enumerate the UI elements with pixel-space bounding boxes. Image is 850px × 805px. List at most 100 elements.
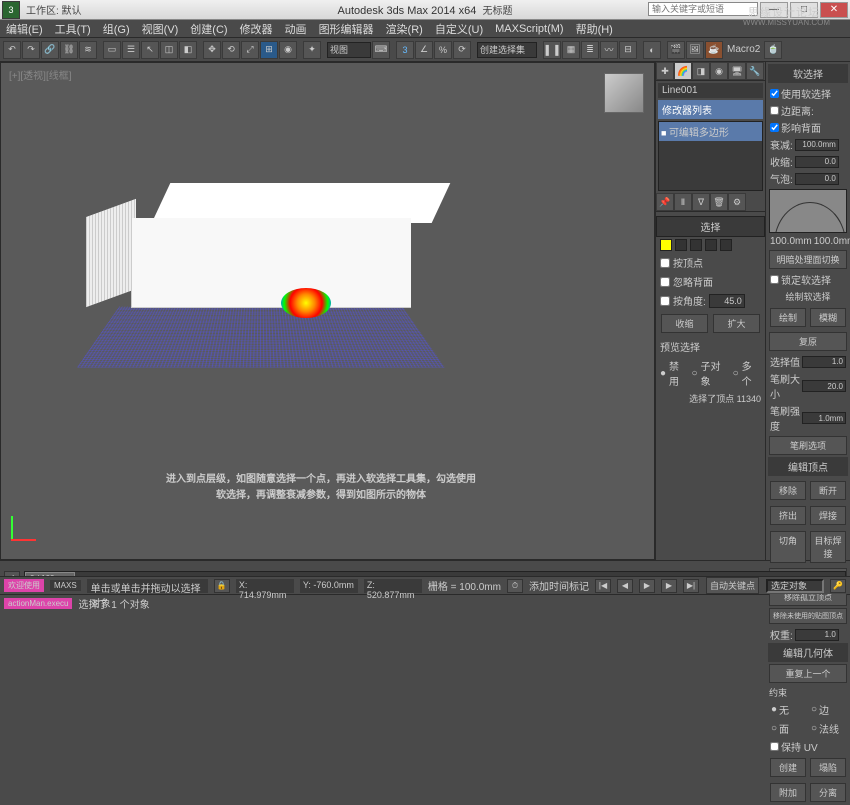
extrude-button[interactable]: 挤出	[770, 506, 806, 525]
make-unique-icon[interactable]: ∇	[692, 193, 710, 211]
lock-softsel-check[interactable]	[770, 275, 779, 284]
material-icon[interactable]: ◐	[643, 41, 661, 59]
tab-create[interactable]: ✚	[656, 62, 674, 80]
goto-end-icon[interactable]: ▶|	[683, 579, 699, 593]
refcoord-icon[interactable]: ⊞	[260, 41, 278, 59]
menu-help[interactable]: 帮助(H)	[576, 21, 613, 37]
shrink-button[interactable]: 收缩	[661, 314, 708, 333]
window-crossing-icon[interactable]: ◧	[179, 41, 197, 59]
edit-geom-rollout[interactable]: 编辑几何体	[768, 643, 848, 662]
mirror-icon[interactable]: ▌▐	[543, 41, 561, 59]
brush-size-spinner[interactable]	[802, 380, 846, 392]
selval-spinner[interactable]	[802, 356, 846, 368]
script-listener[interactable]: actionMan.execu	[4, 598, 72, 609]
ignore-backfacing-check[interactable]	[660, 277, 670, 287]
attach-button[interactable]: 附加	[770, 783, 806, 802]
subobj-element[interactable]	[720, 239, 732, 251]
render-setup-icon[interactable]: 🎬	[667, 41, 685, 59]
next-frame-icon[interactable]: ▶	[661, 579, 677, 593]
pivot-icon[interactable]: ◉	[279, 41, 297, 59]
repeat-button[interactable]: 重复上一个	[769, 664, 847, 683]
edit-verts-rollout[interactable]: 编辑顶点	[768, 457, 848, 476]
selection-rollout[interactable]: 选择	[656, 216, 765, 237]
viewport[interactable]: [+][透视][线框] 进入到点层级，如图随意选择一个点，再进入软选择工具集，勾…	[0, 62, 655, 560]
key-filter-dropdown[interactable]	[766, 579, 824, 593]
render-icon[interactable]: ☕	[705, 41, 723, 59]
weld-button[interactable]: 焊接	[810, 506, 846, 525]
manipulate-icon[interactable]: ✦	[303, 41, 321, 59]
named-selection[interactable]	[477, 42, 537, 58]
subobj-vertex[interactable]	[660, 239, 672, 251]
select-region-icon[interactable]: ◫	[160, 41, 178, 59]
preserve-uv-check[interactable]	[770, 742, 779, 751]
remove-mod-icon[interactable]: 🗑	[710, 193, 728, 211]
tab-display[interactable]: 🖥	[728, 62, 746, 80]
brush-strength-spinner[interactable]	[802, 412, 846, 424]
lock-icon[interactable]: 🔒	[214, 579, 230, 593]
angle-snap-icon[interactable]: ∠	[415, 41, 433, 59]
modifier-dropdown[interactable]: 修改器列表	[658, 100, 763, 119]
viewcube[interactable]	[604, 73, 644, 113]
pinch-spinner[interactable]	[795, 156, 839, 168]
affect-back-check[interactable]	[770, 123, 779, 132]
coord-y[interactable]: Y: -760.0mm	[300, 579, 358, 593]
paint-button[interactable]: 绘制	[770, 308, 806, 327]
menu-tools[interactable]: 工具(T)	[55, 21, 91, 37]
modifier-stack[interactable]: ■ 可编辑多边形	[658, 121, 763, 191]
percent-snap-icon[interactable]: %	[434, 41, 452, 59]
link-icon[interactable]: 🔗	[41, 41, 59, 59]
layer-icon[interactable]: ≣	[581, 41, 599, 59]
menu-render[interactable]: 渲染(R)	[386, 21, 423, 37]
edge-dist-check[interactable]	[770, 106, 779, 115]
coord-z[interactable]: Z: 520.877mm	[364, 579, 422, 593]
unlink-icon[interactable]: ⛓	[60, 41, 78, 59]
tab-utility[interactable]: 🔧	[746, 62, 764, 80]
coord-x[interactable]: X: 714.979mm	[236, 579, 294, 593]
key-mode-icon[interactable]: 🔑	[830, 579, 846, 593]
remove-unused-button[interactable]: 移除未使用的贴图顶点	[769, 608, 847, 624]
target-weld-button[interactable]: 目标焊接	[810, 531, 846, 563]
falloff-spinner[interactable]	[795, 139, 839, 151]
redo-icon[interactable]: ↷	[22, 41, 40, 59]
menu-create[interactable]: 创建(C)	[190, 21, 227, 37]
menu-maxscript[interactable]: MAXScript(M)	[495, 23, 563, 35]
object-name-field[interactable]: Line001	[658, 83, 763, 98]
weight-spinner[interactable]	[795, 629, 839, 641]
goto-start-icon[interactable]: |◀	[595, 579, 611, 593]
softsel-rollout[interactable]: 软选择	[768, 64, 848, 83]
viewport-label[interactable]: [+][透视][线框]	[9, 67, 72, 82]
menu-edit[interactable]: 编辑(E)	[6, 21, 43, 37]
ribbon-dropdown[interactable]	[327, 42, 371, 58]
play-icon[interactable]: ▶	[639, 579, 655, 593]
select-name-icon[interactable]: ☰	[122, 41, 140, 59]
teapot-icon[interactable]: 🍵	[764, 41, 782, 59]
workspace-label[interactable]: 工作区: 默认	[26, 2, 82, 17]
bind-icon[interactable]: ≋	[79, 41, 97, 59]
menu-custom[interactable]: 自定义(U)	[435, 21, 483, 37]
scale-icon[interactable]: ⤢	[241, 41, 259, 59]
subobj-border[interactable]	[690, 239, 702, 251]
keyboard-icon[interactable]: ⌨	[372, 41, 390, 59]
tab-hierarchy[interactable]: ◨	[692, 62, 710, 80]
curve-editor-icon[interactable]: 〰	[600, 41, 618, 59]
remove-button[interactable]: 移除	[770, 481, 806, 500]
subobj-edge[interactable]	[675, 239, 687, 251]
break-button[interactable]: 断开	[810, 481, 846, 500]
tab-modify[interactable]: 🌈	[674, 62, 692, 80]
menu-graph[interactable]: 图形编辑器	[319, 21, 374, 37]
angle-spinner[interactable]	[709, 294, 745, 308]
menu-group[interactable]: 组(G)	[103, 21, 130, 37]
show-result-icon[interactable]: Ⅱ	[674, 193, 692, 211]
shaded-toggle-button[interactable]: 明暗处理面切换	[769, 250, 847, 269]
blur-button[interactable]: 模糊	[810, 308, 846, 327]
pin-stack-icon[interactable]: 📌	[656, 193, 674, 211]
prev-frame-icon[interactable]: ◀	[617, 579, 633, 593]
autokey-button[interactable]: 自动关键点	[706, 577, 759, 594]
collapse-button[interactable]: 塌陷	[810, 758, 846, 777]
snap-icon[interactable]: 3	[396, 41, 414, 59]
help-search[interactable]	[648, 2, 758, 16]
align-icon[interactable]: ▦	[562, 41, 580, 59]
bubble-spinner[interactable]	[795, 173, 839, 185]
render-frame-icon[interactable]: 🖼	[686, 41, 704, 59]
app-icon[interactable]: 3	[2, 1, 20, 19]
